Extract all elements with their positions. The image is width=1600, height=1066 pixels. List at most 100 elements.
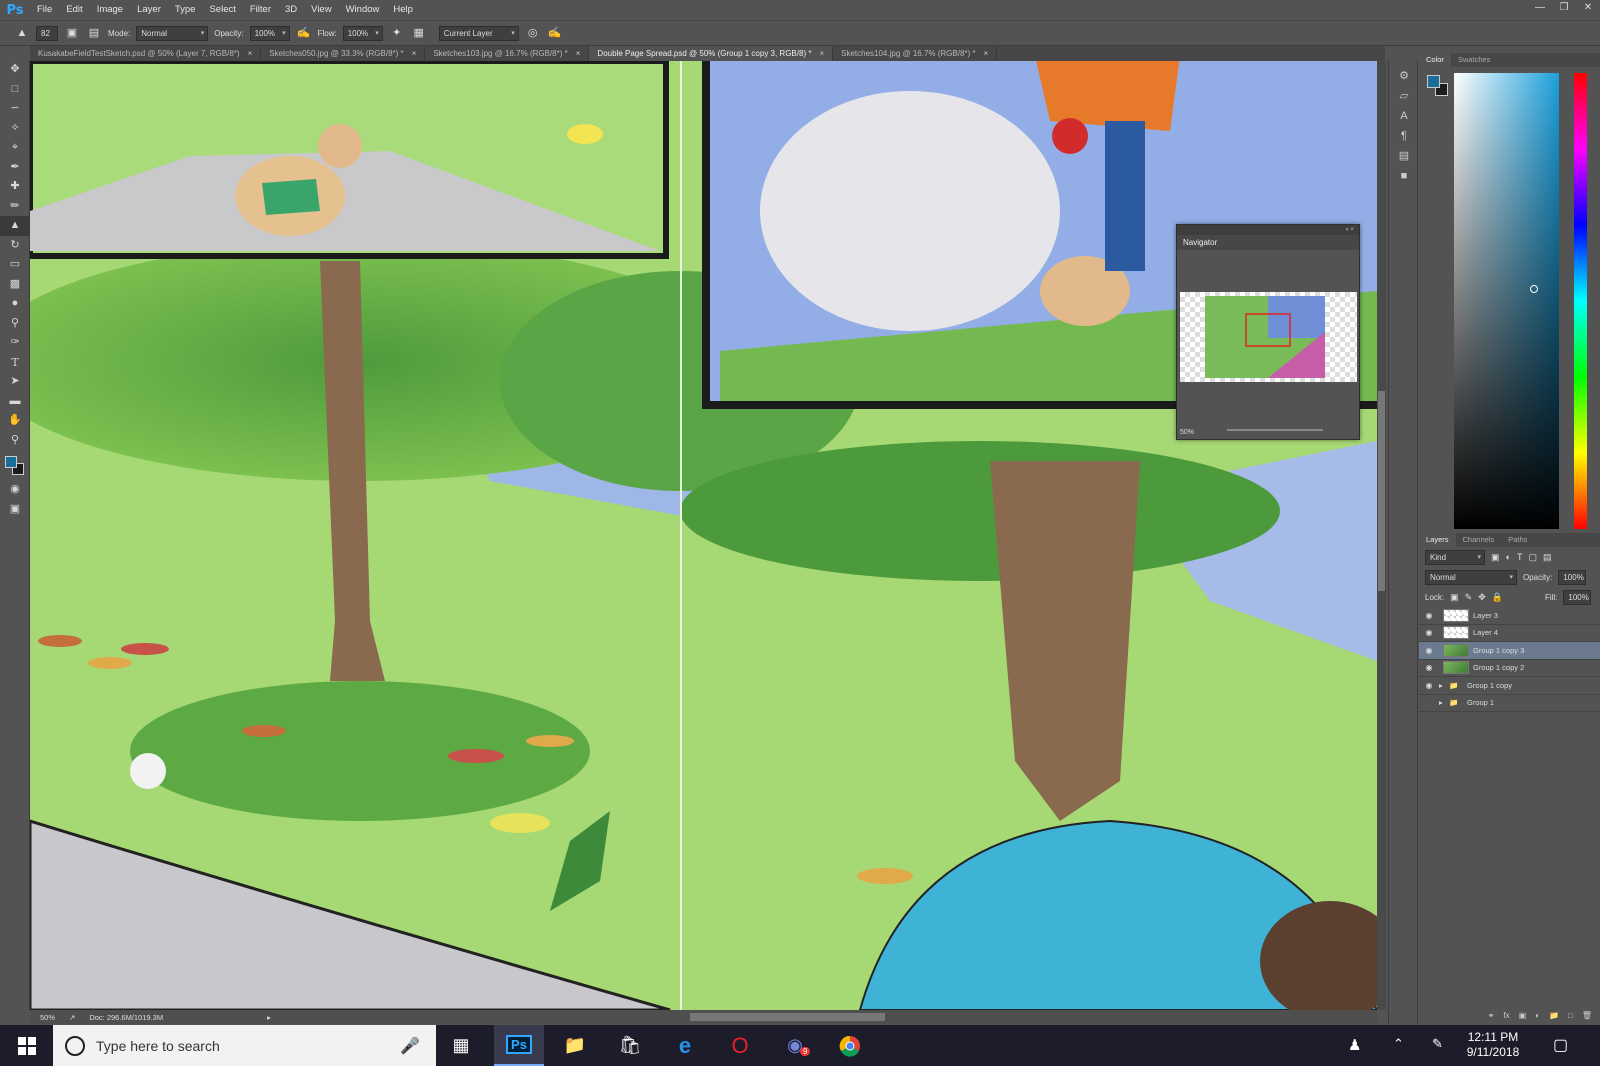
chevron-up-icon[interactable]: ⌃ — [1393, 1036, 1404, 1052]
menu-3d[interactable]: 3D — [278, 0, 304, 20]
close-tab-icon[interactable]: × — [576, 46, 581, 61]
new-layer-icon[interactable]: □ — [1568, 1011, 1573, 1025]
move-icon[interactable]: ✥ — [0, 60, 30, 80]
menu-help[interactable]: Help — [386, 0, 420, 20]
visibility-eye-icon[interactable]: ◉ — [1419, 611, 1439, 620]
zoom-icon[interactable]: ⚲ — [0, 431, 30, 451]
zoom-level[interactable]: 50% — [40, 1013, 55, 1022]
discord-icon[interactable]: ◉ 9 — [770, 1025, 820, 1066]
color-field[interactable] — [1454, 73, 1559, 529]
edge-icon[interactable]: e — [660, 1025, 710, 1066]
lock-all-icon[interactable]: 🔒 — [1492, 592, 1503, 603]
clone-stamp-icon[interactable]: ▲ — [0, 216, 30, 236]
lock-position-icon[interactable]: ✥ — [1478, 592, 1486, 603]
visibility-eye-icon[interactable]: ◉ — [1419, 663, 1439, 672]
clone-source-icon[interactable]: ▣ — [64, 25, 80, 41]
paragraph-icon[interactable]: ¶ — [1389, 126, 1419, 146]
taskbar-search-box[interactable]: Type here to search 🎤 — [53, 1025, 436, 1066]
foreground-color-swatch[interactable] — [5, 456, 17, 468]
tab-sketches103[interactable]: Sketches103.jpg @ 16.7% (RGB/8*) * × — [425, 46, 590, 61]
ignore-adjustment-icon[interactable]: ◎ — [525, 25, 541, 41]
filter-shape-icon[interactable]: ▢ — [1528, 552, 1537, 563]
start-button[interactable] — [0, 1025, 53, 1066]
minimize-icon[interactable]: — — [1528, 0, 1552, 16]
menu-file[interactable]: File — [30, 0, 59, 20]
airbrush-icon[interactable]: ✦ — [389, 25, 405, 41]
filter-smart-icon[interactable]: ▤ — [1543, 552, 1552, 563]
tab-color[interactable]: Color — [1419, 53, 1451, 67]
navigator-tab[interactable]: Navigator — [1177, 235, 1359, 250]
close-tab-icon[interactable]: × — [248, 46, 253, 61]
tab-swatches[interactable]: Swatches — [1451, 53, 1498, 67]
layer-opacity-field[interactable]: 100% — [1558, 569, 1587, 585]
screen-mode-icon[interactable]: ▣ — [0, 500, 30, 520]
opacity-field[interactable]: 100% ▾ — [249, 25, 290, 41]
gradient-icon[interactable]: ▩ — [0, 275, 30, 295]
navigator-titlebar[interactable]: « × — [1177, 225, 1359, 235]
close-tab-icon[interactable]: × — [819, 46, 824, 61]
clock[interactable]: 12:11 PM 9/11/2018 — [1458, 1030, 1528, 1060]
store-icon[interactable]: 🛍 — [605, 1025, 655, 1066]
fg-bg-swatch[interactable] — [1427, 75, 1449, 97]
close-tab-icon[interactable]: × — [984, 46, 989, 61]
brush-icon[interactable]: ✏ — [0, 197, 30, 217]
foreground-color-swatch[interactable] — [1427, 75, 1440, 88]
brush-panel-icon[interactable]: ▤ — [86, 25, 102, 41]
mask-icon[interactable]: ▣ — [1519, 1011, 1527, 1025]
quick-mask-icon[interactable]: ◉ — [0, 480, 30, 500]
menu-edit[interactable]: Edit — [59, 0, 89, 20]
visibility-eye-icon[interactable]: ◉ — [1419, 628, 1439, 637]
eyedropper-icon[interactable]: ✒ — [0, 158, 30, 178]
quick-select-icon[interactable]: ✧ — [0, 119, 30, 139]
sample-select[interactable]: Current Layer ▾ — [438, 25, 519, 41]
aligned-icon[interactable]: ▦ — [411, 25, 427, 41]
task-view-icon[interactable]: ▦ — [436, 1025, 486, 1066]
brush-size-picker[interactable]: 82 — [36, 25, 58, 41]
layer-row[interactable]: ◉ Layer 3 — [1419, 607, 1600, 625]
document-canvas[interactable]: « × Navigator 50% — [30, 61, 1377, 1010]
people-icon[interactable]: ♟ — [1348, 1036, 1361, 1054]
adjustment-icon[interactable]: ◐ — [1535, 1011, 1540, 1025]
lock-pixels-icon[interactable]: ✎ — [1465, 592, 1473, 603]
photoshop-icon[interactable]: Ps — [494, 1025, 544, 1066]
expand-arrow-icon[interactable]: ▸ — [1439, 698, 1449, 707]
visibility-eye-icon[interactable]: ◉ — [1419, 646, 1439, 655]
filter-type-icon[interactable]: T — [1517, 552, 1523, 562]
navigator-preview[interactable] — [1180, 292, 1357, 382]
action-center-icon[interactable]: ▢ — [1553, 1035, 1568, 1055]
color-swatch-widget[interactable] — [0, 450, 30, 480]
lock-transparency-icon[interactable]: ▣ — [1450, 592, 1459, 603]
character-icon[interactable]: A — [1389, 106, 1419, 126]
close-tab-icon[interactable]: × — [412, 46, 417, 61]
layer-row[interactable]: ◉ Layer 4 — [1419, 625, 1600, 642]
crop-icon[interactable]: ⌖ — [0, 138, 30, 158]
pen-icon[interactable]: ✑ — [0, 333, 30, 353]
scroll-thumb[interactable] — [1378, 391, 1385, 591]
export-icon[interactable]: ↗ — [69, 1013, 75, 1022]
restore-icon[interactable]: ❐ — [1552, 0, 1576, 16]
hue-slider[interactable] — [1574, 73, 1587, 529]
menu-layer[interactable]: Layer — [130, 0, 168, 20]
tool-presets-icon[interactable]: ■ — [1389, 166, 1419, 186]
blend-mode-select[interactable]: Normal ▾ — [1425, 569, 1517, 585]
pressure-opacity-icon[interactable]: ✍ — [296, 25, 312, 41]
color-picker-cursor[interactable] — [1530, 285, 1538, 293]
tab-paths[interactable]: Paths — [1501, 533, 1534, 547]
filter-adjustment-icon[interactable]: ◐ — [1506, 552, 1511, 562]
status-menu-icon[interactable]: ▸ — [267, 1013, 271, 1022]
pressure-size-icon[interactable]: ✍ — [547, 25, 563, 41]
chrome-icon[interactable] — [825, 1025, 875, 1066]
menu-type[interactable]: Type — [168, 0, 203, 20]
lasso-icon[interactable]: ∽ — [0, 99, 30, 119]
visibility-eye-icon[interactable]: ◉ — [1419, 681, 1439, 690]
layer-row[interactable]: ▸ 📁 Group 1 — [1419, 695, 1600, 712]
close-icon[interactable]: ✕ — [1576, 0, 1600, 16]
horizontal-scrollbar[interactable] — [690, 1013, 885, 1021]
navigator-zoom-value[interactable]: 50% — [1180, 429, 1194, 436]
menu-filter[interactable]: Filter — [243, 0, 278, 20]
collapse-icon[interactable]: « — [1345, 227, 1348, 233]
tab-layers[interactable]: Layers — [1419, 533, 1456, 547]
pen-workspace-icon[interactable]: ✎ — [1432, 1036, 1443, 1052]
clone-stamp-tool-icon[interactable]: ▲ — [14, 25, 30, 41]
brush-presets-icon[interactable]: ▤ — [1389, 146, 1419, 166]
